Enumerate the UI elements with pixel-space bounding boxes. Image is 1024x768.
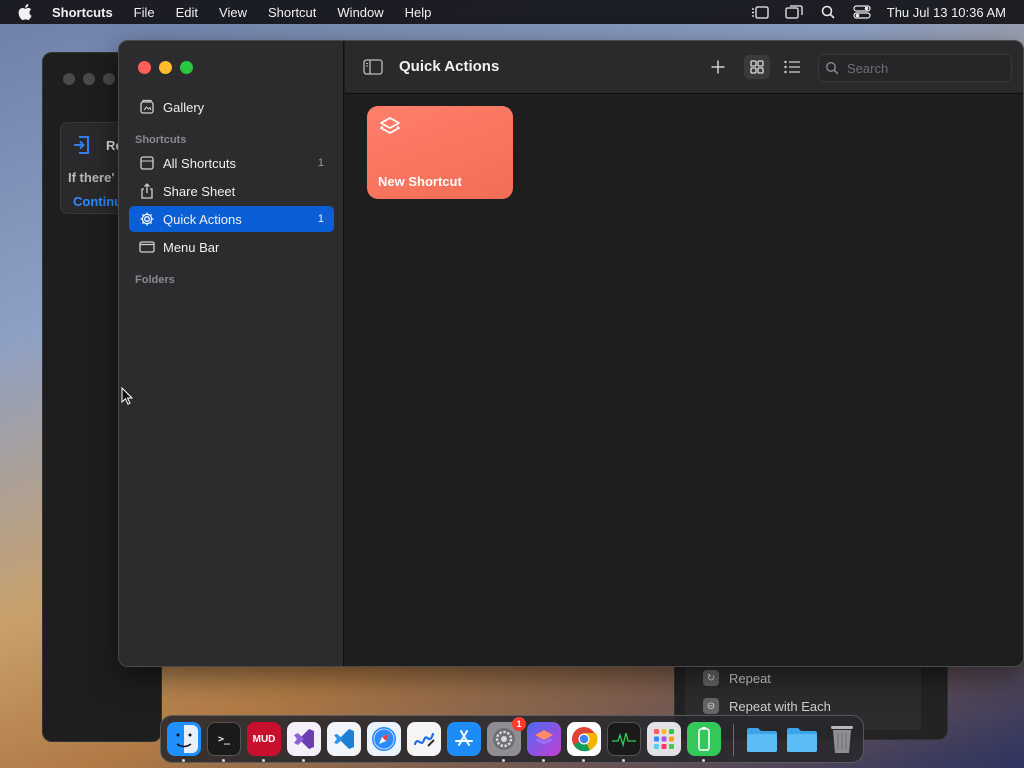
menu-edit[interactable]: Edit: [176, 5, 198, 20]
menu-app-name[interactable]: Shortcuts: [52, 5, 113, 20]
gear-icon: [139, 211, 155, 227]
shortcut-card-label: New Shortcut: [378, 174, 462, 189]
sidebar-item-count: 1: [317, 157, 324, 169]
stage-manager-icon[interactable]: [751, 5, 769, 19]
shortcut-card-new-shortcut[interactable]: New Shortcut: [367, 106, 513, 199]
sidebar-section-shortcuts: Shortcuts: [135, 134, 187, 146]
gallery-icon: [139, 99, 155, 115]
freeform-icon[interactable]: [407, 722, 441, 756]
grid-view-button[interactable]: [744, 55, 770, 79]
battery-icon[interactable]: [687, 722, 721, 756]
plus-icon: [711, 60, 725, 74]
zoom-button[interactable]: [180, 61, 193, 74]
sidebar-item-label: Gallery: [163, 99, 205, 115]
sidebar-toggle-icon[interactable]: [363, 59, 383, 75]
search-icon: [825, 61, 839, 75]
chrome-icon[interactable]: [567, 722, 601, 756]
menu-help[interactable]: Help: [405, 5, 432, 20]
menu-window[interactable]: Window: [337, 5, 383, 20]
share-icon: [139, 183, 155, 199]
grid-icon: [750, 60, 764, 74]
sidebar-item-quick-actions[interactable]: Quick Actions 1: [129, 206, 334, 232]
menubar-icon: [139, 239, 155, 255]
sidebar-item-menu-bar[interactable]: Menu Bar: [129, 234, 334, 260]
search-input[interactable]: [847, 60, 1007, 76]
main-content: Quick Actions New Shortcut: [345, 41, 1023, 666]
folder-icon[interactable]: [745, 722, 779, 756]
dock-separator: [733, 724, 734, 756]
background-window-controls: [63, 73, 115, 85]
repeat-icon: ↻: [703, 670, 719, 686]
sidebar-item-label: Share Sheet: [163, 183, 236, 199]
mouse-cursor-icon: [121, 387, 133, 405]
sidebar-item-all-shortcuts[interactable]: All Shortcuts 1: [129, 150, 334, 176]
shortcuts-layers-icon: [379, 116, 401, 138]
background-card-text: If there': [68, 170, 115, 185]
close-button[interactable]: [138, 61, 151, 74]
sign-in-icon: [73, 135, 91, 155]
activity-monitor-icon[interactable]: [607, 722, 641, 756]
sidebar-section-folders: Folders: [135, 274, 175, 286]
toolbar: Quick Actions: [345, 41, 1023, 94]
menu-view[interactable]: View: [219, 5, 247, 20]
sidebar: Gallery Shortcuts All Shortcuts 1 Share …: [119, 41, 344, 666]
sidebar-item-count: 1: [317, 213, 324, 225]
sidebar-item-label: Quick Actions: [163, 211, 242, 227]
app-store-icon[interactable]: [447, 722, 481, 756]
mud-icon[interactable]: MUD: [247, 722, 281, 756]
menu-file[interactable]: File: [134, 5, 155, 20]
launchpad-icon[interactable]: [647, 722, 681, 756]
sidebar-item-share-sheet[interactable]: Share Sheet: [129, 178, 334, 204]
action-repeat[interactable]: ↻ Repeat: [703, 670, 771, 686]
shortcuts-icon[interactable]: [527, 722, 561, 756]
settings-icon[interactable]: 1: [487, 717, 526, 756]
spotlight-search-icon[interactable]: [819, 5, 837, 19]
menu-shortcut[interactable]: Shortcut: [268, 5, 316, 20]
tray-icon: [139, 155, 155, 171]
folder-icon[interactable]: [785, 722, 819, 756]
dock: >_ MUD 1: [160, 715, 864, 763]
menubar-clock[interactable]: Thu Jul 13 10:36 AM: [887, 5, 1006, 20]
safari-icon[interactable]: [367, 722, 401, 756]
settings-badge: 1: [512, 717, 526, 731]
search-field[interactable]: [818, 54, 1012, 82]
trash-icon[interactable]: [825, 722, 859, 756]
add-shortcut-button[interactable]: [705, 55, 731, 79]
action-repeat-label: Repeat: [729, 670, 771, 686]
menu-bar: Shortcuts File Edit View Shortcut Window…: [0, 0, 1024, 24]
sidebar-item-label: All Shortcuts: [163, 155, 236, 171]
window-controls: [138, 61, 193, 74]
minimize-button[interactable]: [159, 61, 172, 74]
shortcuts-window: Gallery Shortcuts All Shortcuts 1 Share …: [118, 40, 1024, 667]
apple-icon[interactable]: [18, 4, 36, 20]
control-center-icon[interactable]: [853, 5, 871, 19]
repeat-each-icon: ⊝: [703, 698, 719, 714]
visual-studio-icon[interactable]: [287, 722, 321, 756]
terminal-icon[interactable]: >_: [207, 722, 241, 756]
finder-icon[interactable]: [167, 722, 201, 756]
action-repeat-with-each[interactable]: ⊝ Repeat with Each: [703, 698, 831, 714]
list-view-button[interactable]: [779, 55, 805, 79]
screen-mirroring-icon[interactable]: [785, 5, 803, 19]
page-title: Quick Actions: [399, 58, 500, 75]
sidebar-item-gallery[interactable]: Gallery: [129, 94, 334, 120]
list-icon: [784, 60, 800, 74]
action-repeat-with-each-label: Repeat with Each: [729, 698, 831, 714]
sidebar-item-label: Menu Bar: [163, 239, 220, 255]
vscode-icon[interactable]: [327, 722, 361, 756]
background-card-link[interactable]: Continu: [73, 194, 122, 209]
